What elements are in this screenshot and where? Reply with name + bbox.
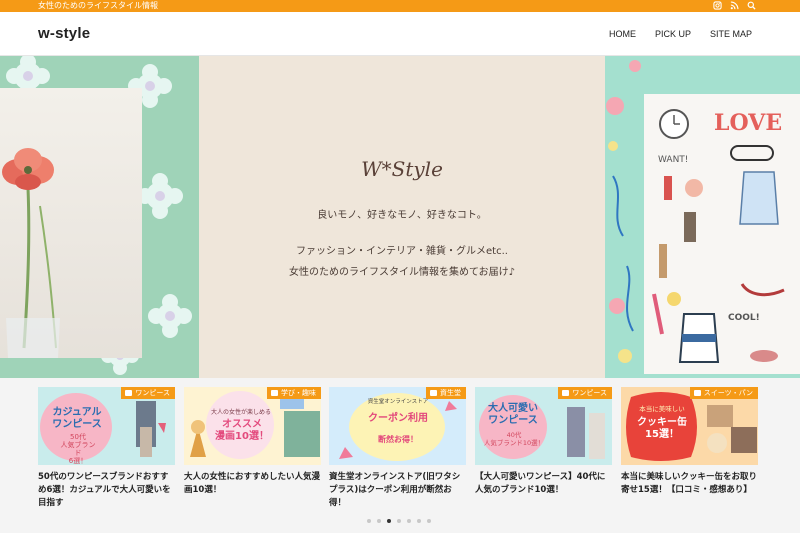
carousel-dot[interactable] xyxy=(397,519,401,523)
thumbnail-subheading: 40代 人気ブランド10選！ xyxy=(483,431,545,447)
post-card[interactable]: 大人可愛い ワンピース 40代 人気ブランド10選！ ワンピース 【大人可愛いワ… xyxy=(475,387,613,497)
thumbnail-heading: クーポン利用 xyxy=(368,413,428,424)
category-badge[interactable]: ワンピース xyxy=(558,387,612,399)
carousel-dot[interactable] xyxy=(417,519,421,523)
carousel-dot[interactable] xyxy=(407,519,411,523)
category-badge[interactable]: 資生堂 xyxy=(426,387,466,399)
nav-pick-up[interactable]: PICK UP xyxy=(655,29,691,39)
hero-message-panel: W*Style 良いモノ、好きなモノ、好きなコト。 ファッション・インテリア・雑… xyxy=(199,56,605,378)
hero-catchphrase: 良いモノ、好きなモノ、好きなコト。 xyxy=(317,210,487,221)
thumbnail-heading: オススメ 漫画10選！ xyxy=(215,419,269,442)
category-badge[interactable]: ワンピース xyxy=(121,387,175,399)
thumbnail-heading: カジュアル ワンピース xyxy=(52,407,102,430)
folder-icon xyxy=(562,390,570,396)
featured-posts-carousel: カジュアル ワンピース 50代 人気ブランド 6選！ ワンピース 50代のワンピ… xyxy=(0,378,800,533)
fashion-items-illustration: LOVE WANT! COOL! xyxy=(652,109,785,363)
post-thumbnail[interactable]: 大人可愛い ワンピース 40代 人気ブランド10選！ ワンピース xyxy=(475,387,612,465)
thumbnail-subheading: 大人の女性が楽しめる xyxy=(210,409,271,416)
carousel-dot[interactable] xyxy=(427,519,431,523)
post-title[interactable]: 大人の女性におすすめしたい人気漫画10選！ xyxy=(184,471,322,497)
post-thumbnail[interactable]: 本当に美味しい クッキー缶 15選！ スイーツ・パン xyxy=(621,387,758,465)
thumbnail-subheading: 資生堂オンラインストア xyxy=(367,399,429,405)
site-header: w-style HOME PICK UP SITE MAP xyxy=(0,12,800,56)
poppy-flower-image xyxy=(2,148,60,358)
post-title[interactable]: 資生堂オンラインストア(旧ワタシプラス)はクーポン利用が断然お得！ xyxy=(329,471,467,510)
hero-brand-title: W*Style xyxy=(361,157,443,181)
carousel-dot[interactable] xyxy=(377,519,381,523)
folder-icon xyxy=(430,390,437,396)
post-card[interactable]: 本当に美味しい クッキー缶 15選！ スイーツ・パン 本当に美味しいクッキー缶を… xyxy=(621,387,759,497)
post-thumbnail[interactable]: 大人の女性が楽しめる オススメ 漫画10選！ 学び・趣味 xyxy=(184,387,321,465)
hero-banner[interactable]: W*Style 良いモノ、好きなモノ、好きなコト。 ファッション・インテリア・雑… xyxy=(0,56,800,378)
post-card[interactable]: 大人の女性が楽しめる オススメ 漫画10選！ 学び・趣味 大人の女性におすすめし… xyxy=(184,387,322,497)
rss-icon[interactable] xyxy=(730,1,739,10)
hero-description: 女性のためのライフスタイル情報を集めてお届け♪ xyxy=(288,267,516,278)
thumbnail-subheading: 50代 人気ブランド 6選！ xyxy=(60,433,96,465)
thumbnail-heading: 大人可愛い ワンピース xyxy=(488,403,538,426)
poppy-photo xyxy=(0,88,142,358)
love-text: LOVE xyxy=(714,110,782,136)
category-badge[interactable]: 学び・趣味 xyxy=(267,387,321,399)
carousel-dot[interactable] xyxy=(367,519,371,523)
thumbnail-heading: クッキー缶 15選！ xyxy=(637,417,687,440)
site-logo[interactable]: w-style xyxy=(38,25,90,42)
carousel-dot[interactable] xyxy=(387,519,391,523)
folder-icon xyxy=(693,390,701,396)
post-title[interactable]: 本当に美味しいクッキー缶をお取り寄せ15選！【口コミ・感想あり】 xyxy=(621,471,759,497)
folder-icon xyxy=(271,390,278,396)
post-title[interactable]: 【大人可愛いワンピース】40代に人気のブランド10選！ xyxy=(475,471,613,497)
site-tagline: 女性のためのライフスタイル情報 xyxy=(38,1,158,10)
search-icon[interactable] xyxy=(747,1,756,10)
hero-categories-text: ファッション・インテリア・雑貨・グルメetc.. xyxy=(296,246,508,257)
post-thumbnail[interactable]: カジュアル ワンピース 50代 人気ブランド 6選！ ワンピース xyxy=(38,387,175,465)
post-thumbnail[interactable]: 資生堂オンラインストア クーポン利用 断然お得！ 資生堂 xyxy=(329,387,466,465)
want-text: WANT! xyxy=(658,155,688,165)
category-badge[interactable]: スイーツ・パン xyxy=(689,387,758,399)
fashion-illustration: LOVE WANT! COOL! xyxy=(644,94,800,374)
carousel-pagination xyxy=(367,519,431,523)
social-icons xyxy=(713,1,756,10)
nav-home[interactable]: HOME xyxy=(609,29,636,39)
post-card[interactable]: 資生堂オンラインストア クーポン利用 断然お得！ 資生堂 資生堂オンラインストア… xyxy=(329,387,467,510)
instagram-icon[interactable] xyxy=(713,1,722,10)
thumbnail-subheading: 本当に美味しい xyxy=(639,405,685,413)
folder-icon xyxy=(125,390,133,396)
cool-text: COOL! xyxy=(728,313,760,323)
top-bar: 女性のためのライフスタイル情報 xyxy=(0,0,800,12)
main-nav: HOME PICK UP SITE MAP xyxy=(609,29,752,39)
post-card[interactable]: カジュアル ワンピース 50代 人気ブランド 6選！ ワンピース 50代のワンピ… xyxy=(38,387,176,510)
nav-site-map[interactable]: SITE MAP xyxy=(710,29,752,39)
post-title[interactable]: 50代のワンピースブランドおすすめ6選！カジュアルで大人可愛いを目指す xyxy=(38,471,176,510)
thumbnail-tagline: 断然お得！ xyxy=(378,435,418,444)
